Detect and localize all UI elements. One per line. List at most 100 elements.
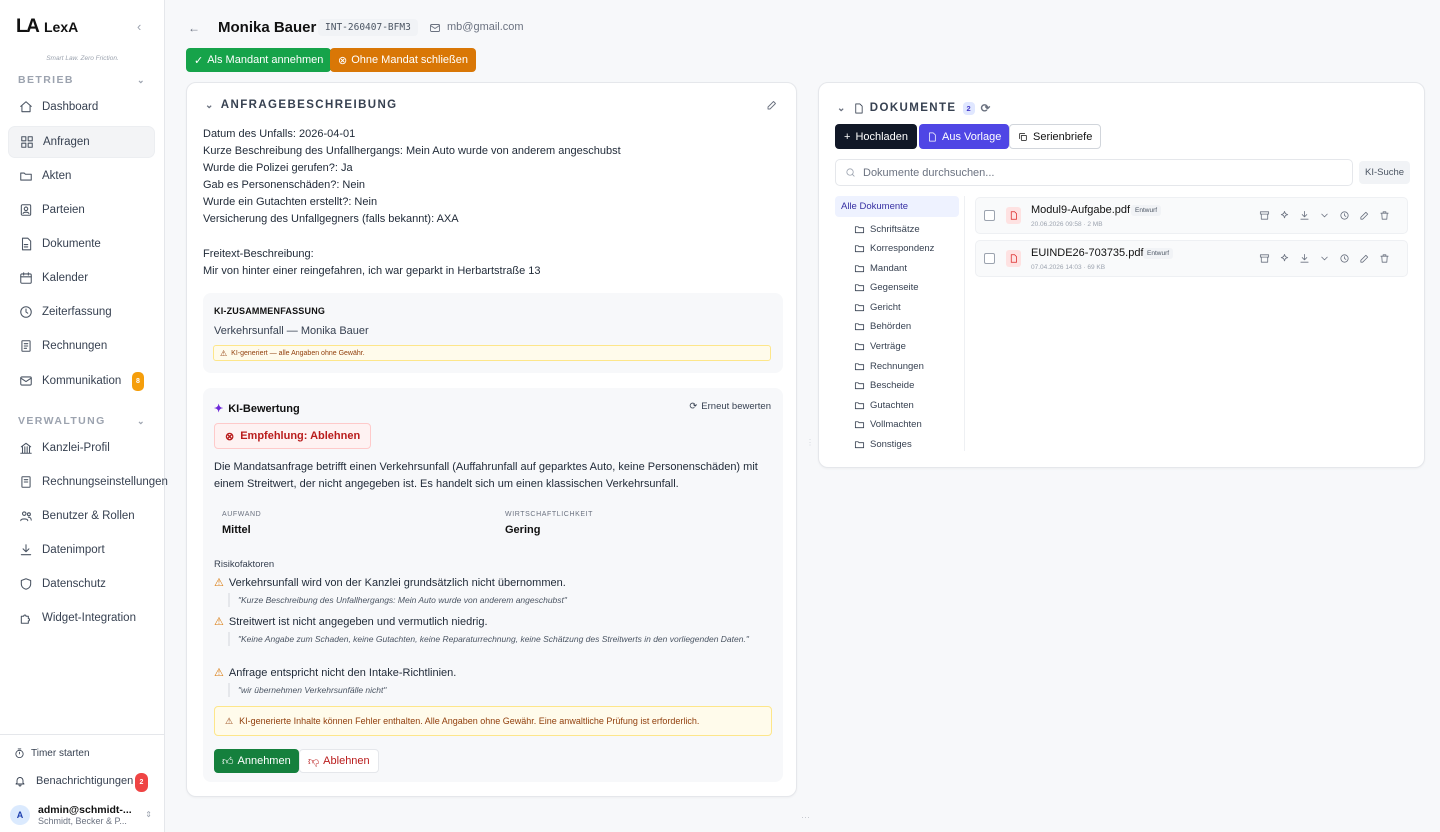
- section-verwaltung[interactable]: VERWALTUNG ⌄: [18, 415, 146, 427]
- folder-item[interactable]: Bescheide: [854, 380, 914, 391]
- pencil-icon[interactable]: [766, 99, 778, 111]
- sidebar-item-anfragen[interactable]: Anfragen: [8, 126, 155, 158]
- folder-icon: [854, 439, 865, 450]
- document-status-badge: Entwurf: [1143, 248, 1174, 259]
- sidebar-item-kalender[interactable]: Kalender: [8, 262, 155, 294]
- puzzle-icon: [19, 611, 33, 625]
- file-icon: [19, 237, 33, 251]
- client-email[interactable]: mb@gmail.com: [447, 21, 524, 33]
- sidebar-item-label: Dokumente: [42, 238, 101, 250]
- folder-item[interactable]: Sonstiges: [854, 439, 912, 450]
- folder-item[interactable]: Gegenseite: [854, 282, 919, 293]
- accept-client-button[interactable]: ✓ Als Mandant annehmen: [186, 48, 332, 72]
- notifications-button[interactable]: Benachrichtigungen 2: [14, 773, 154, 792]
- sidebar-item-rechnungen[interactable]: Rechnungen: [8, 330, 155, 362]
- sidebar-item-parteien[interactable]: Parteien: [8, 194, 155, 226]
- sidebar-item-datenimport[interactable]: Datenimport: [8, 534, 155, 566]
- sidebar-collapse-icon[interactable]: ‹: [137, 19, 141, 34]
- serial-letters-button[interactable]: Serienbriefe: [1009, 124, 1102, 149]
- document-actions: [1259, 253, 1390, 264]
- folder-item[interactable]: Vollmachten: [854, 419, 922, 430]
- document-meta: 20.06.2026 09:58 · 2 MB: [1031, 221, 1103, 228]
- folder-all-documents[interactable]: Alle Dokumente: [835, 196, 959, 217]
- history-icon[interactable]: [1339, 210, 1350, 221]
- sidebar-item-label: Kanzlei-Profil: [42, 442, 110, 454]
- folder-item[interactable]: Korrespondenz: [854, 243, 934, 254]
- document-row[interactable]: EUINDE26-703735.pdf Entwurf 07.04.2026 1…: [975, 240, 1408, 277]
- document-actions: [1259, 210, 1390, 221]
- upload-button[interactable]: + Hochladen: [835, 124, 918, 149]
- sidebar-item-kommunikation[interactable]: Kommunikation 8: [8, 365, 155, 397]
- sidebar-item-datenschutz[interactable]: Datenschutz: [8, 568, 155, 600]
- folder-item[interactable]: Verträge: [854, 341, 906, 352]
- section-betrieb[interactable]: BETRIEB ⌄: [18, 74, 146, 86]
- sidebar-item-label: Anfragen: [43, 136, 90, 148]
- document-search[interactable]: [835, 159, 1353, 186]
- history-icon[interactable]: [1339, 253, 1350, 264]
- folder-icon: [854, 282, 865, 293]
- sidebar-item-dokumente[interactable]: Dokumente: [8, 228, 155, 260]
- recommendation-badge: ⊗ Empfehlung: Ablehnen: [214, 423, 372, 449]
- folder-item[interactable]: Schriftsätze: [854, 224, 920, 235]
- effort-label: AUFWAND: [222, 511, 262, 518]
- close-without-mandate-button[interactable]: ⊗ Ohne Mandat schließen: [330, 48, 477, 72]
- sidebar-item-rechnungseinstellungen[interactable]: Rechnungseinstellungen: [8, 466, 168, 498]
- file-icon: [853, 103, 864, 114]
- sidebar-item-akten[interactable]: Akten: [8, 160, 155, 192]
- folder-item[interactable]: Rechnungen: [854, 361, 924, 372]
- description-line: Gab es Personenschäden?: Nein: [203, 179, 366, 192]
- sidebar-item-benutzer-rollen[interactable]: Benutzer & Rollen: [8, 500, 155, 532]
- from-template-button[interactable]: Aus Vorlage: [919, 124, 1010, 149]
- sidebar-item-kanzlei-profil[interactable]: Kanzlei-Profil: [8, 432, 155, 464]
- mail-icon: [19, 374, 33, 388]
- brand[interactable]: LA LexA: [16, 16, 78, 38]
- folder-item[interactable]: Gutachten: [854, 400, 914, 411]
- document-checkbox[interactable]: [984, 253, 995, 264]
- description-line: Versicherung des Unfallgegners (falls be…: [203, 213, 459, 226]
- document-row[interactable]: Modul9-Aufgabe.pdf Entwurf 20.06.2026 09…: [975, 197, 1408, 234]
- bottom-resize-handle[interactable]: ⋯: [801, 812, 810, 823]
- user-menu[interactable]: A admin@schmidt-... Schmidt, Becker & P.…: [10, 804, 158, 826]
- download-icon[interactable]: [1299, 253, 1310, 264]
- folder-item[interactable]: Gericht: [854, 302, 901, 313]
- reject-button[interactable]: 👎︎ Ablehnen: [299, 749, 379, 773]
- chevron-down-icon[interactable]: [1319, 253, 1330, 264]
- download-icon[interactable]: [1299, 210, 1310, 221]
- document-name[interactable]: Modul9-Aufgabe.pdf: [1031, 204, 1130, 216]
- pencil-icon[interactable]: [1359, 253, 1370, 264]
- panel-resize-handle[interactable]: ⋮: [806, 438, 814, 447]
- documents-count-badge: 2: [962, 101, 975, 115]
- sparkles-icon[interactable]: [1279, 253, 1290, 264]
- evaluation-text: Die Mandatsanfrage betrifft einen Verkeh…: [214, 461, 758, 490]
- sidebar-item-label: Benutzer & Rollen: [42, 510, 135, 522]
- sidebar-item-label: Datenimport: [42, 544, 105, 556]
- folder-item[interactable]: Mandant: [854, 263, 907, 274]
- documents-header[interactable]: ⌄ DOKUMENTE 2 ⟳: [837, 101, 992, 115]
- accept-button[interactable]: 👍︎ Annehmen: [214, 749, 299, 773]
- archive-icon[interactable]: [1259, 253, 1270, 264]
- chevron-down-icon: ⌄: [205, 99, 215, 111]
- chevron-down-icon[interactable]: [1319, 210, 1330, 221]
- sidebar-item-dashboard[interactable]: Dashboard: [8, 91, 155, 123]
- folder-item[interactable]: Behörden: [854, 321, 911, 332]
- back-arrow-icon[interactable]: ←: [188, 21, 200, 35]
- trash-icon[interactable]: [1379, 210, 1390, 221]
- sidebar-item-zeiterfassung[interactable]: Zeiterfassung: [8, 296, 155, 328]
- trash-icon[interactable]: [1379, 253, 1390, 264]
- ai-search-button[interactable]: KI-Suche: [1359, 161, 1411, 184]
- sidebar: LA LexA ‹ Smart Law. Zero Friction. BETR…: [0, 0, 168, 832]
- document-search-input[interactable]: [863, 166, 1343, 179]
- sidebar-item-label: Datenschutz: [42, 578, 106, 590]
- refresh-icon[interactable]: ⟳: [981, 101, 992, 115]
- timer-start-button[interactable]: Timer starten: [14, 748, 90, 759]
- description-header[interactable]: ⌄ ANFRAGEBESCHREIBUNG: [205, 99, 398, 111]
- file-icon: [927, 131, 937, 142]
- sidebar-item-widget-integration[interactable]: Widget-Integration: [8, 602, 155, 634]
- document-name[interactable]: EUINDE26-703735.pdf: [1031, 247, 1144, 259]
- archive-icon[interactable]: [1259, 210, 1270, 221]
- pencil-icon[interactable]: [1359, 210, 1370, 221]
- sparkles-icon[interactable]: [1279, 210, 1290, 221]
- document-checkbox[interactable]: [984, 210, 995, 221]
- reevaluate-button[interactable]: ⟳ Erneut bewerten: [689, 401, 771, 412]
- folder-label: Behörden: [870, 321, 912, 332]
